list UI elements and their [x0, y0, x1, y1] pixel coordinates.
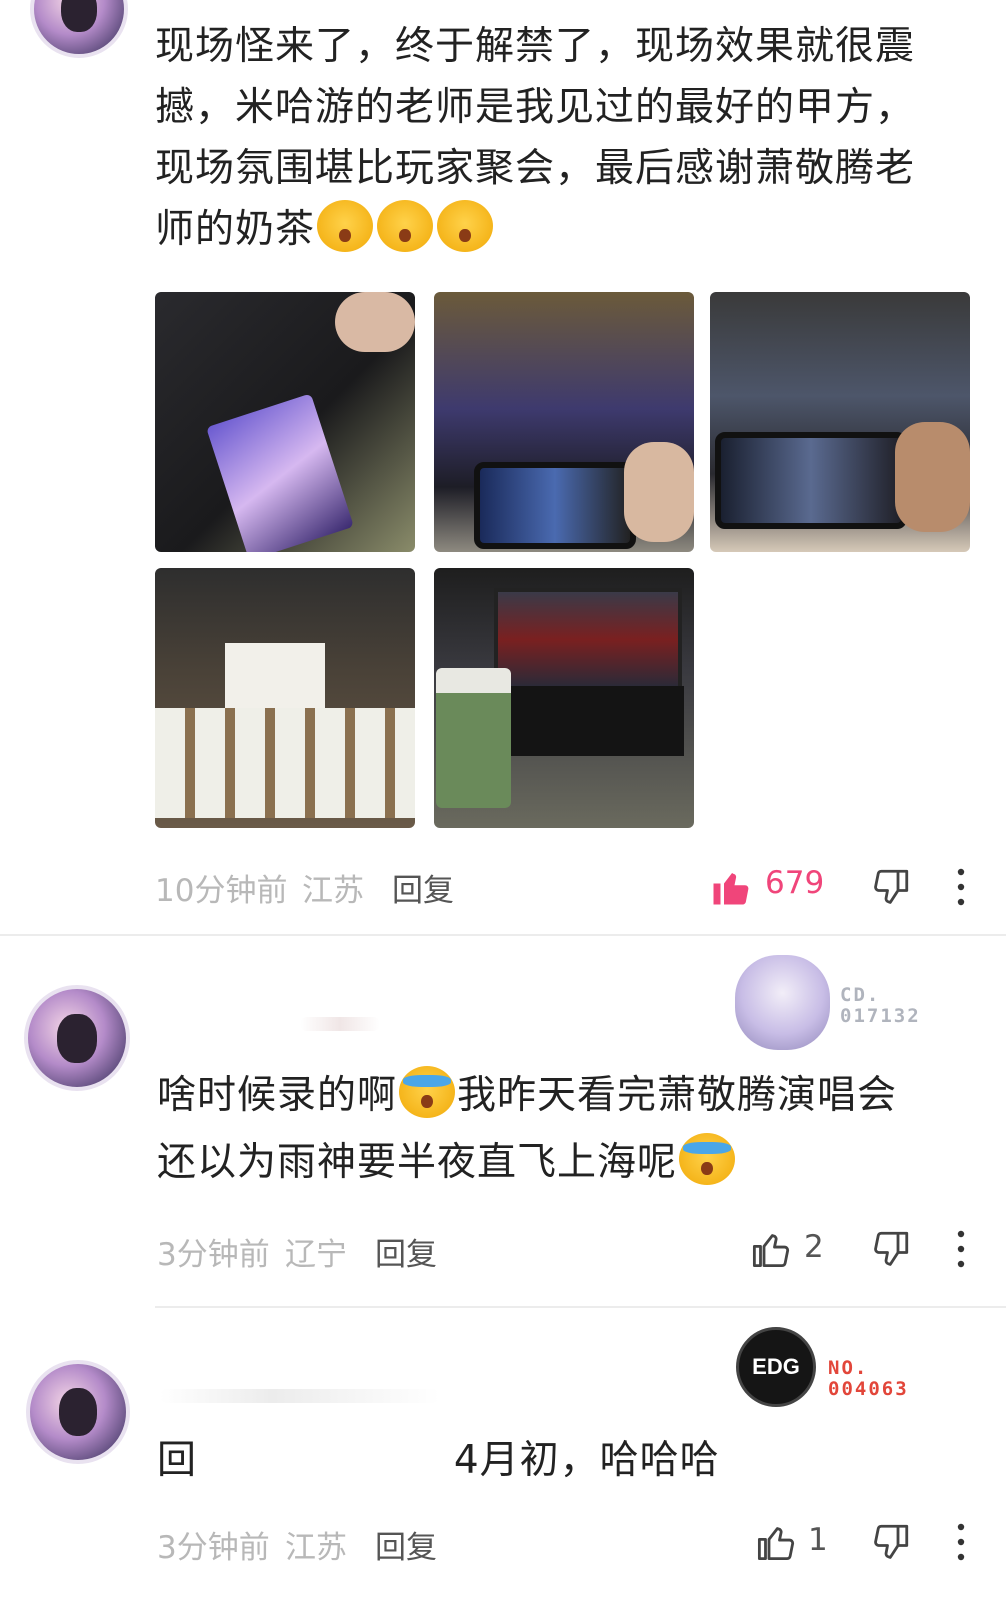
edg-badge-icon: EDG: [736, 1327, 816, 1407]
thumbs-up-icon[interactable]: [710, 866, 752, 908]
fan-badge-number: 004063: [828, 1378, 909, 1400]
comment-photo-laptop[interactable]: [434, 568, 694, 828]
comment-location: 江苏: [285, 1530, 347, 1566]
thumbs-down-icon[interactable]: [870, 1228, 912, 1270]
comment-location: 江苏: [302, 873, 364, 909]
photo-phone-screen: [474, 462, 636, 549]
photo-note-card: [225, 643, 325, 713]
thumbs-down-icon[interactable]: [870, 866, 912, 908]
fan-badge-icon: [735, 955, 830, 1050]
avatar-face: [58, 1388, 98, 1436]
laugh-cry-emoji-icon: [399, 1066, 456, 1118]
reply-button[interactable]: 回复: [392, 865, 454, 910]
comment-line-text: 4月初，哈哈哈: [453, 1438, 720, 1483]
comment-photo-stage[interactable]: [434, 292, 694, 552]
photo-hand: [895, 422, 970, 532]
shocked-emoji-icon: [437, 200, 494, 252]
comment-line-text: 啥时候录的啊: [157, 1073, 398, 1118]
comment-time: 3分钟前: [157, 1237, 270, 1273]
comment-line-text: 还以为雨神要半夜直飞上海呢: [157, 1140, 678, 1185]
section-divider: [0, 934, 1006, 936]
username-redacted: [300, 1017, 380, 1031]
photo-keyboard: [504, 686, 684, 756]
comment-line-text: 师的奶茶: [155, 207, 316, 252]
photo-laptop-screen: [494, 588, 682, 691]
photo-phone-screen: [715, 432, 907, 529]
commenter-avatar[interactable]: [26, 1360, 130, 1464]
comment-line: 还以为雨神要半夜直飞上海呢: [157, 1132, 987, 1193]
comment-line: 啥时候录的啊 我昨天看完萧敬腾演唱会: [157, 1065, 987, 1126]
comment-text: 啥时候录的啊 我昨天看完萧敬腾演唱会 还以为雨神要半夜直飞上海呢: [157, 1065, 987, 1193]
avatar-face: [61, 0, 97, 32]
avatar-face: [57, 1013, 97, 1063]
comment-line: 现场怪来了，终于解禁了，现场效果就很震: [155, 24, 916, 69]
thumbs-up-icon[interactable]: [750, 1228, 792, 1270]
username-redacted: [160, 1389, 440, 1403]
comment-text: 现场怪来了，终于解禁了，现场效果就很震 撼，米哈游的老师是我见过的最好的甲方， …: [155, 16, 985, 260]
comment-line: 师的奶茶: [155, 199, 985, 260]
reply-button[interactable]: 回复: [375, 1229, 437, 1274]
comment-line: 撼，米哈游的老师是我见过的最好的甲方，: [155, 85, 916, 130]
photo-hand: [335, 292, 415, 352]
reply-prefix: 回: [157, 1438, 198, 1483]
like-count: 2: [804, 1229, 824, 1265]
more-options-icon[interactable]: [955, 1521, 967, 1563]
comment-photo-lanyard[interactable]: [155, 292, 415, 552]
photo-hand: [624, 442, 694, 542]
fan-badge-label: CD.: [840, 984, 881, 1006]
fan-badge-label: NO.: [828, 1357, 869, 1379]
photo-cup: [436, 668, 511, 808]
comment-photo-booth[interactable]: [710, 292, 970, 552]
laugh-cry-emoji-icon: [679, 1133, 736, 1185]
comment-location: 辽宁: [285, 1237, 347, 1273]
shocked-emoji-icon: [317, 200, 374, 252]
like-count: 1: [808, 1522, 828, 1558]
comment-photo-milk-tea[interactable]: [155, 568, 415, 828]
like-count: 679: [765, 865, 825, 901]
commenter-avatar[interactable]: [30, 0, 128, 58]
reply-button[interactable]: 回复: [375, 1522, 437, 1567]
shocked-emoji-icon: [377, 200, 434, 252]
commenter-avatar[interactable]: [24, 985, 130, 1091]
comment-text: 回 4月初，哈哈哈: [157, 1430, 987, 1491]
photo-cups: [155, 708, 415, 818]
comment-divider: [155, 1306, 1006, 1308]
comment-line: 现场氛围堪比玩家聚会，最后感谢萧敬腾老: [155, 146, 916, 191]
photo-badge-card: [206, 393, 354, 552]
comment-time: 10分钟前: [155, 873, 288, 909]
comment-time: 3分钟前: [157, 1530, 270, 1566]
thumbs-up-icon[interactable]: [755, 1521, 797, 1563]
more-options-icon[interactable]: [955, 1228, 967, 1270]
thumbs-down-icon[interactable]: [870, 1521, 912, 1563]
more-options-icon[interactable]: [955, 866, 967, 908]
fan-badge-number: 017132: [840, 1005, 921, 1027]
comment-line-text: 我昨天看完萧敬腾演唱会: [457, 1073, 898, 1118]
